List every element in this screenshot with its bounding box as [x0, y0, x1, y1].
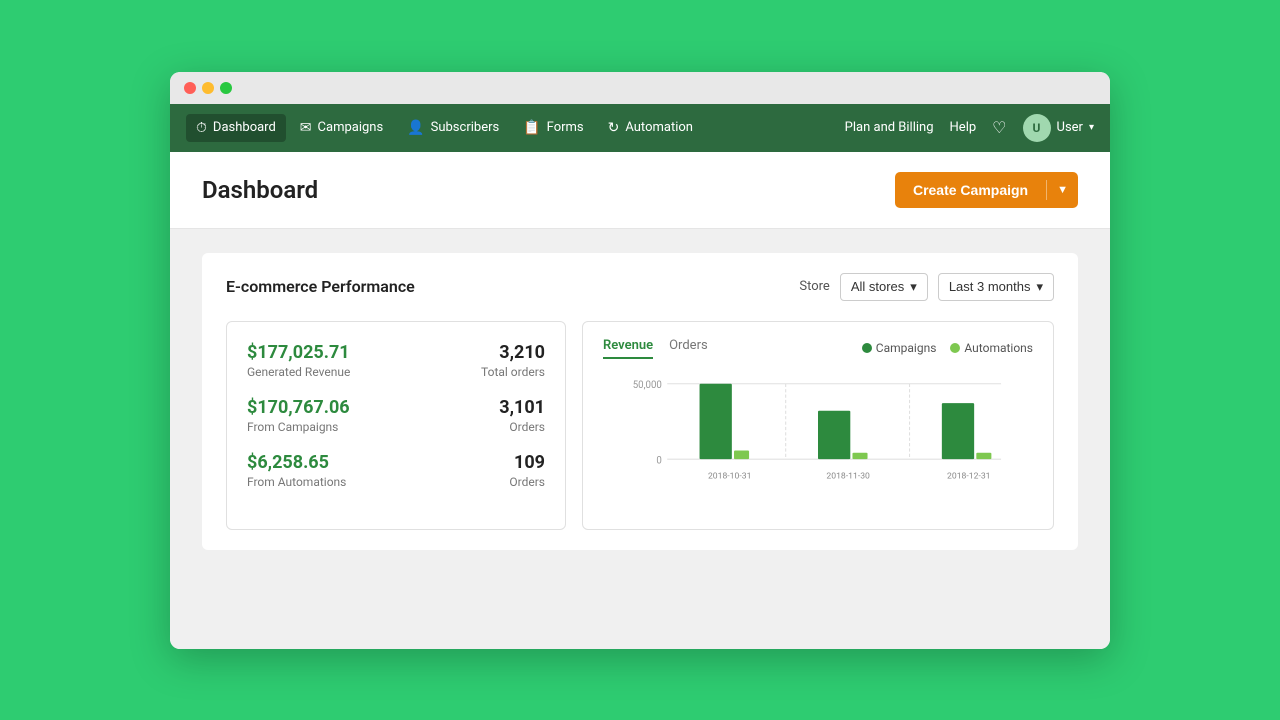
from-automations-label: From Automations [247, 475, 346, 489]
favorites-icon[interactable]: ♡ [992, 118, 1006, 137]
user-avatar: U [1023, 114, 1051, 142]
ecommerce-header: E-commerce Performance Store All stores … [226, 273, 1054, 301]
create-campaign-button[interactable]: Create Campaign ▼ [895, 172, 1078, 208]
campaigns-icon: ✉ [300, 120, 312, 136]
stat-row-revenue: $177,025.71 Generated Revenue 3,210 Tota… [247, 342, 545, 379]
bar-oct-campaigns [700, 383, 732, 458]
nav-item-dashboard[interactable]: ⏱ Dashboard [186, 114, 286, 142]
create-campaign-dropdown-arrow[interactable]: ▼ [1047, 174, 1078, 206]
nav-label-forms: Forms [547, 120, 584, 135]
ecommerce-section: E-commerce Performance Store All stores … [202, 253, 1078, 550]
nav-item-forms[interactable]: 📋 Forms [513, 114, 593, 142]
chart-header: Revenue Orders Campaigns Automations [603, 338, 1033, 359]
stats-card: $177,025.71 Generated Revenue 3,210 Tota… [226, 321, 566, 530]
stat-row-automations: $6,258.65 From Automations 109 Orders [247, 452, 545, 489]
store-dropdown-icon: ▾ [910, 279, 917, 295]
bar-nov-automations [852, 452, 867, 458]
generated-revenue-value: $177,025.71 [247, 342, 350, 363]
nav-item-campaigns[interactable]: ✉ Campaigns [290, 114, 393, 142]
nav-left: ⏱ Dashboard ✉ Campaigns 👤 Subscribers 📋 … [186, 114, 845, 142]
bar-dec-campaigns [942, 403, 974, 459]
y-label-0: 0 [656, 455, 661, 466]
nav-label-automation: Automation [625, 120, 693, 135]
subscribers-icon: 👤 [407, 120, 424, 136]
ecommerce-controls: Store All stores ▾ Last 3 months ▾ [799, 273, 1054, 301]
bar-oct-automations [734, 450, 749, 459]
legend-automations-dot [950, 343, 960, 353]
legend-automations-label: Automations [964, 341, 1033, 355]
browser-window: ⏱ Dashboard ✉ Campaigns 👤 Subscribers 📋 … [170, 72, 1110, 649]
traffic-light-yellow[interactable] [202, 82, 214, 94]
legend-campaigns-dot [862, 343, 872, 353]
ecommerce-title: E-commerce Performance [226, 277, 415, 296]
from-campaigns-label: From Campaigns [247, 420, 350, 434]
chart-tab-revenue[interactable]: Revenue [603, 338, 653, 359]
automation-icon: ↻ [608, 120, 620, 136]
automation-orders-label: Orders [509, 475, 545, 489]
y-label-50k: 50,000 [633, 380, 662, 391]
chart-tabs: Revenue Orders [603, 338, 708, 359]
from-automations-value: $6,258.65 [247, 452, 346, 473]
main-content: E-commerce Performance Store All stores … [170, 229, 1110, 649]
page-header: Dashboard Create Campaign ▼ [170, 152, 1110, 229]
chart-tab-orders[interactable]: Orders [669, 338, 708, 359]
campaign-orders-value: 3,101 [499, 397, 545, 418]
generated-revenue-label: Generated Revenue [247, 365, 350, 379]
time-dropdown[interactable]: Last 3 months ▾ [938, 273, 1054, 301]
browser-titlebar [170, 72, 1110, 104]
forms-icon: 📋 [523, 120, 540, 136]
nav-item-automation[interactable]: ↻ Automation [598, 114, 703, 142]
store-label: Store [799, 279, 829, 294]
bar-chart: 50,000 0 2018-10-31 2018-11-30 [603, 373, 1033, 513]
user-menu[interactable]: U User ▾ [1023, 114, 1094, 142]
store-dropdown-label: All stores [851, 279, 904, 294]
chart-legend: Campaigns Automations [862, 341, 1033, 355]
x-label-dec: 2018-12-31 [947, 471, 990, 481]
nav-label-campaigns: Campaigns [318, 120, 384, 135]
x-label-nov: 2018-11-30 [826, 471, 870, 481]
total-orders-value: 3,210 [481, 342, 545, 363]
automation-orders-value: 109 [509, 452, 545, 473]
campaign-orders-label: Orders [499, 420, 545, 434]
create-campaign-label: Create Campaign [895, 172, 1046, 208]
dashboard-icon: ⏱ [196, 120, 207, 136]
stat-row-campaigns: $170,767.06 From Campaigns 3,101 Orders [247, 397, 545, 434]
user-chevron-icon: ▾ [1089, 122, 1094, 133]
time-dropdown-icon: ▾ [1036, 279, 1043, 295]
page-title: Dashboard [202, 176, 318, 204]
nav-label-subscribers: Subscribers [431, 120, 500, 135]
legend-campaigns-label: Campaigns [876, 341, 937, 355]
legend-campaigns: Campaigns [862, 341, 937, 355]
total-orders-label: Total orders [481, 365, 545, 379]
nav-label-dashboard: Dashboard [213, 120, 276, 135]
bar-dec-automations [976, 452, 991, 458]
stats-chart-row: $177,025.71 Generated Revenue 3,210 Tota… [226, 321, 1054, 530]
chart-card: Revenue Orders Campaigns Automations [582, 321, 1054, 530]
help-link[interactable]: Help [950, 120, 977, 135]
time-dropdown-label: Last 3 months [949, 279, 1031, 294]
legend-automations: Automations [950, 341, 1033, 355]
nav-item-subscribers[interactable]: 👤 Subscribers [397, 114, 509, 142]
from-campaigns-value: $170,767.06 [247, 397, 350, 418]
x-label-oct: 2018-10-31 [708, 471, 751, 481]
user-label: User [1057, 120, 1083, 135]
traffic-light-red[interactable] [184, 82, 196, 94]
nav-bar: ⏱ Dashboard ✉ Campaigns 👤 Subscribers 📋 … [170, 104, 1110, 152]
nav-right: Plan and Billing Help ♡ U User ▾ [845, 114, 1094, 142]
bar-nov-campaigns [818, 410, 850, 458]
store-dropdown[interactable]: All stores ▾ [840, 273, 928, 301]
traffic-light-green[interactable] [220, 82, 232, 94]
chart-container: 50,000 0 2018-10-31 2018-11-30 [603, 373, 1033, 513]
plan-billing-link[interactable]: Plan and Billing [845, 120, 934, 135]
